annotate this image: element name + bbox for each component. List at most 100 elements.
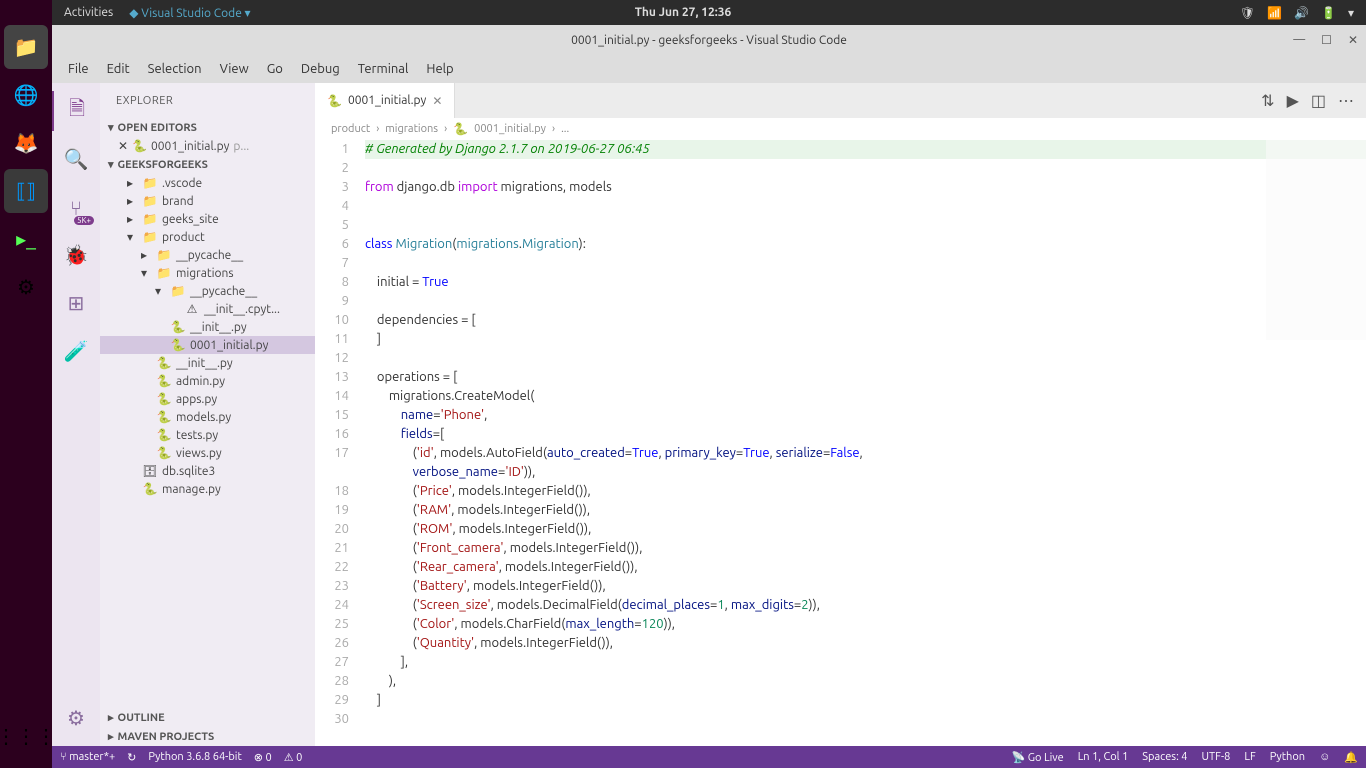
explorer-icon[interactable]: 🗎 [52, 91, 100, 131]
shield-icon[interactable]: 🛡 [1240, 6, 1255, 20]
more-icon[interactable]: ⋯ [1338, 91, 1354, 110]
search-icon[interactable]: 🔍 [52, 139, 100, 179]
tree-item[interactable]: 🐍__init__.py [100, 354, 315, 372]
menu-file[interactable]: File [60, 58, 97, 80]
tree-item[interactable]: 🐍models.py [100, 408, 315, 426]
breadcrumb-item[interactable]: migrations [385, 123, 438, 135]
settings-gear-icon[interactable]: ⚙ [52, 698, 100, 738]
activities-button[interactable]: Activities [64, 6, 113, 19]
open-editor-path: p... [233, 140, 249, 153]
breadcrumb[interactable]: product›migrations›🐍 0001_initial.py›... [315, 118, 1366, 140]
breadcrumb-item[interactable]: ... [561, 123, 569, 135]
feedback-icon[interactable]: ☺ [1319, 751, 1330, 763]
minimize-button[interactable]: — [1293, 33, 1305, 47]
tree-label: db.sqlite3 [162, 465, 215, 478]
open-editors-section[interactable]: ▾ OPEN EDITORS [100, 118, 315, 137]
editor-area: 🐍 0001_initial.py ✕ ⇅ ▶ ◫ ⋯ product›migr… [315, 83, 1366, 746]
tree-item[interactable]: ▾📁__pycache__ [100, 282, 315, 300]
python-interpreter[interactable]: Python 3.6.8 64-bit [148, 751, 241, 763]
language-mode[interactable]: Python [1270, 751, 1305, 763]
tree-item[interactable]: ▾📁migrations [100, 264, 315, 282]
dock-firefox-icon[interactable]: 🦊 [4, 121, 48, 165]
go-live-button[interactable]: 📡 Go Live [1012, 751, 1064, 764]
encoding[interactable]: UTF-8 [1202, 751, 1231, 763]
dock-terminal-icon[interactable]: ▸_ [4, 217, 48, 261]
indentation[interactable]: Spaces: 4 [1142, 751, 1187, 763]
test-icon[interactable]: 🧪 [52, 331, 100, 371]
tree-item[interactable]: 🐍__init__.py [100, 318, 315, 336]
tree-label: views.py [176, 447, 222, 460]
tab-file[interactable]: 🐍 0001_initial.py ✕ [315, 83, 455, 118]
tab-actions: ⇅ ▶ ◫ ⋯ [1249, 83, 1366, 118]
debug-icon[interactable]: 🐞 [52, 235, 100, 275]
dock-settings-icon[interactable]: ⚙ [4, 265, 48, 309]
git-branch[interactable]: ⑂ master*+ [60, 751, 115, 763]
dock-chrome-icon[interactable]: 🌐 [4, 73, 48, 117]
battery-icon[interactable]: 🔋 [1321, 6, 1336, 20]
sync-icon[interactable]: ↻ [127, 751, 136, 764]
tree-item[interactable]: 🐍admin.py [100, 372, 315, 390]
tree-item[interactable]: 🐍views.py [100, 444, 315, 462]
volume-icon[interactable]: 🔊 [1294, 6, 1309, 20]
tree-label: manage.py [162, 483, 221, 496]
warnings-count[interactable]: ⚠ 0 [284, 751, 303, 764]
breadcrumb-item[interactable]: 0001_initial.py [474, 123, 546, 135]
clock[interactable]: Thu Jun 27, 12:36 [635, 6, 732, 19]
close-icon[interactable]: ✕ [118, 139, 128, 153]
dock-files-icon[interactable]: 📁 [4, 25, 48, 69]
tree-item[interactable]: 🐍tests.py [100, 426, 315, 444]
code-editor[interactable]: 1234567891011121314151617 18192021222324… [315, 140, 1366, 746]
tree-item[interactable]: ⚠__init__.cpyt... [100, 300, 315, 318]
app-menu[interactable]: ◆ Visual Studio Code ▾ [129, 6, 250, 20]
maximize-button[interactable]: ☐ [1321, 33, 1332, 47]
outline-section[interactable]: ▸ OUTLINE [100, 708, 315, 727]
tree-item[interactable]: ▸📁__pycache__ [100, 246, 315, 264]
maven-section[interactable]: ▸ MAVEN PROJECTS [100, 727, 315, 746]
tree-item[interactable]: ▸📁.vscode [100, 174, 315, 192]
chevron-icon: ▾ [136, 266, 152, 280]
python-icon: 🐍 [453, 122, 468, 136]
eol[interactable]: LF [1244, 751, 1255, 763]
tree-item[interactable]: 🐍apps.py [100, 390, 315, 408]
dock-vscode-icon[interactable]: ⟦⟧ [4, 169, 48, 213]
tree-item[interactable]: ▾📁product [100, 228, 315, 246]
menu-terminal[interactable]: Terminal [350, 58, 417, 80]
minimap[interactable] [1266, 140, 1366, 340]
source-control-icon[interactable]: ⑂5K+ [52, 187, 100, 227]
split-icon[interactable]: ◫ [1311, 91, 1326, 110]
tree-item[interactable]: 🐍0001_initial.py [100, 336, 315, 354]
menu-selection[interactable]: Selection [140, 58, 210, 80]
menu-edit[interactable]: Edit [99, 58, 138, 80]
menu-debug[interactable]: Debug [293, 58, 348, 80]
tree-item[interactable]: ▸📁brand [100, 192, 315, 210]
code-content[interactable]: # Generated by Django 2.1.7 on 2019-06-2… [365, 140, 1366, 746]
close-button[interactable]: ✕ [1348, 33, 1358, 47]
dock-apps-icon[interactable]: ⋮⋮⋮ [4, 714, 48, 758]
tree-item[interactable]: 🐍manage.py [100, 480, 315, 498]
file-icon: 🗄 [142, 464, 158, 478]
tree-label: migrations [176, 267, 234, 280]
tree-item[interactable]: 🗄 db.sqlite3 [100, 462, 315, 480]
file-icon: 🐍 [156, 392, 172, 406]
system-menu-icon[interactable]: ▾ [1348, 6, 1354, 20]
errors-count[interactable]: ⊗ 0 [254, 751, 272, 764]
cursor-position[interactable]: Ln 1, Col 1 [1078, 751, 1129, 763]
notifications-icon[interactable]: 🔔 [1344, 751, 1358, 764]
menu-view[interactable]: View [212, 58, 257, 80]
compare-icon[interactable]: ⇅ [1261, 91, 1274, 110]
menu-go[interactable]: Go [259, 58, 291, 80]
wifi-icon[interactable]: 📶 [1267, 6, 1282, 20]
tab-close-icon[interactable]: ✕ [432, 94, 442, 108]
open-editor-item[interactable]: ✕ 🐍 0001_initial.py p... [100, 137, 315, 155]
ubuntu-dock: 📁 🌐 🦊 ⟦⟧ ▸_ ⚙ ⋮⋮⋮ [0, 0, 52, 768]
project-section[interactable]: ▾ GEEKSFORGEEKS [100, 155, 315, 174]
run-icon[interactable]: ▶ [1287, 91, 1299, 110]
menu-help[interactable]: Help [418, 58, 461, 80]
tree-item[interactable]: ▸📁geeks_site [100, 210, 315, 228]
tree-label: tests.py [176, 429, 218, 442]
extensions-icon[interactable]: ⊞ [52, 283, 100, 323]
breadcrumb-item[interactable]: product [331, 123, 370, 135]
vscode-window: 0001_initial.py - geeksforgeeks - Visual… [52, 25, 1366, 768]
tree-label: __init__.py [176, 357, 233, 370]
file-icon: 📁 [142, 194, 158, 208]
